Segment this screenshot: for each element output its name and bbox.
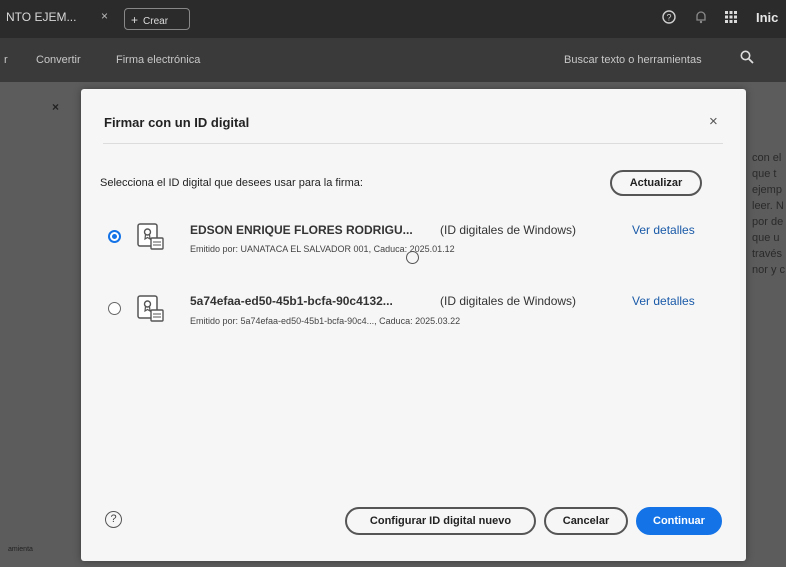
id-type: (ID digitales de Windows)	[440, 294, 577, 308]
document-line: que u	[752, 232, 780, 244]
help-icon[interactable]: ?	[662, 10, 676, 27]
document-line: por de	[752, 216, 784, 228]
search-icon[interactable]	[740, 50, 754, 67]
document-line: que t	[752, 168, 777, 180]
view-details-link[interactable]: Ver detalles	[632, 223, 695, 237]
close-panel-icon[interactable]: ×	[52, 100, 59, 114]
start-label[interactable]: Inic	[756, 10, 778, 25]
id-type: (ID digitales de Windows)	[440, 223, 577, 237]
digital-id-certificate-icon	[136, 294, 166, 324]
id-issuer: Emitido por: 5a74efaa-ed50-45b1-bcfa-90c…	[190, 316, 461, 326]
instruction-text: Selecciona el ID digital que desees usar…	[100, 177, 363, 189]
svg-text:?: ?	[666, 13, 671, 23]
close-icon[interactable]: ×	[709, 113, 718, 130]
close-tab-icon[interactable]: ×	[101, 9, 108, 23]
document-line: leer. N	[752, 200, 784, 212]
id-radio-selected[interactable]	[108, 230, 121, 243]
create-button[interactable]: + Crear	[124, 8, 190, 30]
create-label: Crear	[143, 16, 169, 27]
toolbar-item-esign[interactable]: Firma electrónica	[116, 54, 200, 66]
digital-id-certificate-icon	[136, 222, 166, 252]
toolbar-item-partial[interactable]: r	[4, 54, 8, 66]
mouse-cursor-icon	[406, 251, 419, 264]
document-line: ejemp	[752, 184, 782, 196]
apps-grid-icon[interactable]	[724, 10, 738, 27]
refresh-button[interactable]: Actualizar	[610, 170, 702, 196]
app-tab-bar: NTO EJEM... × + Crear ? Inic	[0, 0, 786, 38]
id-name: 5a74efaa-ed50-45b1-bcfa-90c4132...	[190, 294, 393, 308]
help-icon[interactable]: ?	[105, 511, 122, 528]
title-divider	[103, 143, 723, 144]
id-radio-unselected[interactable]	[108, 302, 121, 315]
plus-icon: +	[131, 13, 139, 27]
document-text-fragment: con el que t ejemp leer. N por de que u …	[752, 150, 786, 278]
configure-new-id-button[interactable]: Configurar ID digital nuevo	[345, 507, 536, 535]
left-panel-footer-text: amienta	[8, 546, 33, 553]
view-details-link[interactable]: Ver detalles	[632, 294, 695, 308]
document-line: con el	[752, 152, 782, 164]
document-line: través	[752, 248, 782, 260]
search-tools-label[interactable]: Buscar texto o herramientas	[564, 54, 702, 66]
dialog-title: Firmar con un ID digital	[104, 115, 250, 130]
bell-icon[interactable]	[694, 10, 708, 27]
id-name: EDSON ENRIQUE FLORES RODRIGU...	[190, 223, 413, 237]
toolbar-item-convert[interactable]: Convertir	[36, 54, 81, 66]
document-line: nor y c	[752, 264, 786, 276]
document-tab[interactable]: NTO EJEM...	[6, 10, 76, 24]
continue-button[interactable]: Continuar	[636, 507, 722, 535]
tools-toolbar: r Convertir Firma electrónica Buscar tex…	[0, 38, 786, 82]
sign-with-digital-id-dialog: Firmar con un ID digital × Selecciona el…	[81, 89, 746, 561]
cancel-button[interactable]: Cancelar	[544, 507, 628, 535]
